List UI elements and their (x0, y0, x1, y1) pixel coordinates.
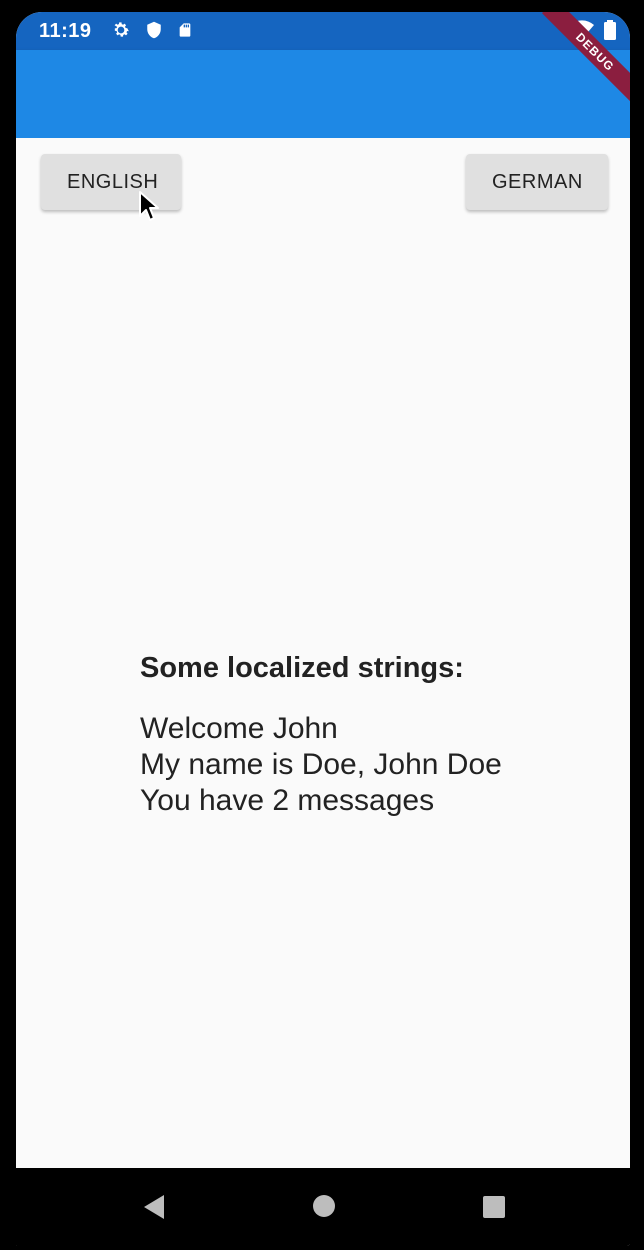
main-content: ENGLISH GERMAN Some localized strings: W… (16, 138, 630, 1168)
messages-text: You have 2 messages (140, 784, 435, 817)
name-text: My name is Doe, John Doe (140, 748, 502, 781)
battery-icon (604, 20, 616, 40)
gear-icon (114, 22, 129, 37)
mouse-cursor-icon (139, 191, 159, 221)
shield-icon (147, 21, 161, 39)
status-icons-left (111, 20, 193, 40)
phone-device: 11:19 DEBUG ENGLISH GERMAN Some localize… (0, 0, 644, 1250)
back-icon[interactable] (142, 1194, 166, 1220)
welcome-text: Welcome John (140, 712, 338, 745)
app-bar (16, 50, 630, 138)
status-time: 11:19 (39, 20, 92, 42)
recents-icon[interactable] (482, 1195, 506, 1219)
screen: 11:19 DEBUG ENGLISH GERMAN Some localize… (16, 12, 630, 1246)
system-nav-bar (16, 1168, 630, 1246)
german-button[interactable]: GERMAN (466, 154, 608, 210)
status-bar: 11:19 (16, 12, 630, 50)
sd-card-icon (179, 23, 191, 37)
home-icon[interactable] (312, 1194, 336, 1218)
localized-strings-block: Some localized strings: Welcome John My … (140, 652, 502, 819)
localized-strings-heading: Some localized strings: (140, 652, 464, 684)
